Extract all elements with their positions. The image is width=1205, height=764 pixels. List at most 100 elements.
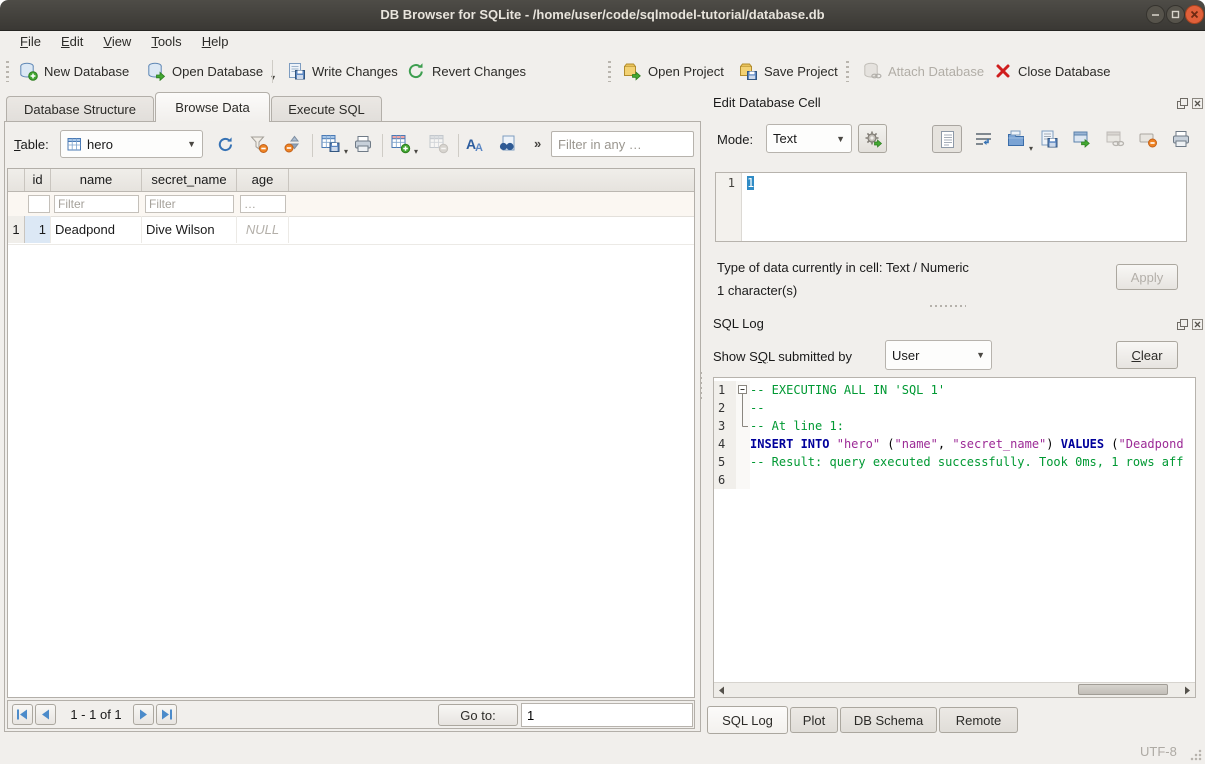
bottom-tab-plot[interactable]: Plot bbox=[790, 707, 838, 733]
table-row: 1 1 Deadpond Dive Wilson NULL bbox=[8, 216, 694, 245]
find-in-table-button[interactable] bbox=[494, 131, 520, 157]
sql-log-line: 4INSERT INTO "hero" ("name", "secret_nam… bbox=[714, 435, 1195, 453]
dock-splitter-handle[interactable] bbox=[930, 305, 966, 307]
bottom-tab-sql-log[interactable]: SQL Log bbox=[707, 706, 788, 734]
column-header-id[interactable]: id bbox=[25, 169, 51, 191]
filter-input-id[interactable] bbox=[28, 195, 50, 213]
grid-corner-cell[interactable] bbox=[8, 169, 25, 191]
column-header-secret-name[interactable]: secret_name bbox=[142, 169, 237, 191]
close-dock-icon[interactable] bbox=[1192, 319, 1203, 330]
import-data-dropdown-icon[interactable]: ▾ bbox=[1029, 144, 1033, 156]
fold-marker bbox=[736, 435, 750, 453]
menu-tools[interactable]: Tools bbox=[141, 31, 191, 52]
open-external-button[interactable] bbox=[1067, 125, 1097, 153]
tab-execute-sql[interactable]: Execute SQL bbox=[271, 96, 382, 122]
table-label: Table: bbox=[14, 137, 49, 152]
write-changes-button[interactable]: Write Changes bbox=[280, 57, 404, 85]
clear-sort-icon bbox=[283, 134, 303, 154]
fold-marker[interactable] bbox=[736, 381, 750, 399]
refresh-button[interactable] bbox=[212, 131, 238, 157]
scrollbar-handle[interactable] bbox=[1078, 684, 1168, 695]
menu-edit[interactable]: Edit bbox=[51, 31, 93, 52]
sql-log-line: 5-- Result: query executed successfully.… bbox=[714, 453, 1195, 471]
clear-filters-button[interactable] bbox=[246, 131, 272, 157]
last-record-button[interactable] bbox=[156, 704, 177, 725]
toolbar-separator bbox=[312, 134, 313, 157]
save-project-button[interactable]: Save Project bbox=[732, 57, 844, 85]
float-dock-icon[interactable] bbox=[1177, 98, 1188, 109]
previous-record-button[interactable] bbox=[35, 704, 56, 725]
export-data-button[interactable] bbox=[1034, 125, 1064, 153]
goto-button[interactable]: Go to: bbox=[438, 704, 518, 726]
clear-log-button[interactable]: Clear bbox=[1116, 341, 1178, 369]
mode-selector[interactable]: Text ▼ bbox=[766, 124, 852, 153]
auto-format-button[interactable] bbox=[858, 124, 887, 153]
title-bar[interactable]: DB Browser for SQLite - /home/user/code/… bbox=[0, 0, 1205, 31]
open-project-button[interactable]: Open Project bbox=[616, 57, 730, 85]
open-database-button[interactable]: Open Database ▾ bbox=[140, 57, 281, 85]
cell-name[interactable]: Deadpond bbox=[51, 216, 142, 243]
filter-input-age[interactable] bbox=[240, 195, 286, 213]
maximize-button[interactable] bbox=[1166, 5, 1185, 24]
sql-log-hscrollbar[interactable] bbox=[714, 682, 1195, 697]
column-header-age[interactable]: age bbox=[237, 169, 289, 191]
column-header-name[interactable]: name bbox=[51, 169, 142, 191]
word-wrap-button[interactable] bbox=[968, 125, 998, 153]
cell-editor[interactable]: 1 1 bbox=[715, 172, 1187, 242]
cell-id[interactable]: 1 bbox=[25, 216, 51, 243]
table-selector[interactable]: hero ▼ bbox=[60, 130, 203, 158]
edit-display-format-button[interactable]: A A bbox=[462, 131, 488, 157]
tab-database-structure[interactable]: Database Structure bbox=[6, 96, 154, 122]
log-line-number: 5 bbox=[714, 453, 736, 471]
close-dock-icon[interactable] bbox=[1192, 98, 1203, 109]
print-table-button[interactable] bbox=[350, 131, 376, 157]
menu-file[interactable]: File bbox=[10, 31, 51, 52]
menu-view[interactable]: View bbox=[93, 31, 141, 52]
save-project-icon bbox=[738, 61, 758, 81]
revert-changes-button[interactable]: Revert Changes bbox=[400, 57, 532, 85]
save-table-button[interactable]: ▾ bbox=[318, 131, 344, 157]
show-sql-selector[interactable]: User ▼ bbox=[885, 340, 992, 370]
filter-input-name[interactable] bbox=[54, 195, 139, 213]
menu-help[interactable]: Help bbox=[192, 31, 239, 52]
row-number-cell[interactable]: 1 bbox=[8, 216, 25, 243]
close-database-button[interactable]: Close Database bbox=[988, 57, 1117, 85]
toolbar-drag-handle[interactable] bbox=[608, 61, 611, 82]
clear-sorting-button[interactable] bbox=[280, 131, 306, 157]
new-database-button[interactable]: New Database bbox=[12, 57, 135, 85]
import-data-button[interactable]: ▾ bbox=[1001, 125, 1031, 153]
chevron-down-icon: ▼ bbox=[187, 139, 196, 149]
clear-filter-icon bbox=[249, 134, 269, 154]
insert-record-dropdown-icon[interactable]: ▾ bbox=[414, 147, 418, 159]
tab-browse-data[interactable]: Browse Data bbox=[155, 92, 270, 122]
first-record-button[interactable] bbox=[12, 704, 33, 725]
resize-grip[interactable] bbox=[1190, 749, 1202, 761]
close-button[interactable] bbox=[1185, 5, 1204, 24]
next-record-button[interactable] bbox=[133, 704, 154, 725]
apply-button: Apply bbox=[1116, 264, 1178, 290]
cell-secret-name[interactable]: Dive Wilson bbox=[142, 216, 237, 243]
print-cell-button[interactable] bbox=[1166, 125, 1196, 153]
float-dock-icon[interactable] bbox=[1177, 319, 1188, 330]
main-splitter-handle[interactable] bbox=[700, 372, 702, 400]
filter-input-secret-name[interactable] bbox=[145, 195, 234, 213]
text-mode-button[interactable] bbox=[932, 125, 962, 153]
toolbar-drag-handle[interactable] bbox=[6, 61, 9, 82]
filter-any-column-input[interactable] bbox=[551, 131, 694, 157]
goto-record-input[interactable] bbox=[521, 703, 693, 727]
bottom-tab-remote[interactable]: Remote bbox=[939, 707, 1018, 733]
scroll-left-arrow-icon[interactable] bbox=[714, 683, 729, 697]
sql-log-view[interactable]: 1-- EXECUTING ALL IN 'SQL 1'2--3-- At li… bbox=[713, 377, 1196, 698]
cell-age[interactable]: NULL bbox=[237, 216, 289, 243]
main-toolbar: New Database Open Database ▾ Write Chang… bbox=[0, 53, 1205, 90]
set-null-button[interactable] bbox=[1133, 125, 1163, 153]
save-table-dropdown-icon[interactable]: ▾ bbox=[344, 147, 348, 159]
toolbar-drag-handle[interactable] bbox=[846, 61, 849, 82]
minimize-button[interactable] bbox=[1146, 5, 1165, 24]
toolbar-overflow-chevron[interactable]: » bbox=[534, 136, 541, 151]
bottom-tab-db-schema[interactable]: DB Schema bbox=[840, 707, 937, 733]
cell-editor-content[interactable]: 1 bbox=[742, 173, 754, 241]
insert-record-button[interactable]: ▾ bbox=[388, 131, 414, 157]
scroll-right-arrow-icon[interactable] bbox=[1180, 683, 1195, 697]
toolbar-separator bbox=[458, 134, 459, 157]
